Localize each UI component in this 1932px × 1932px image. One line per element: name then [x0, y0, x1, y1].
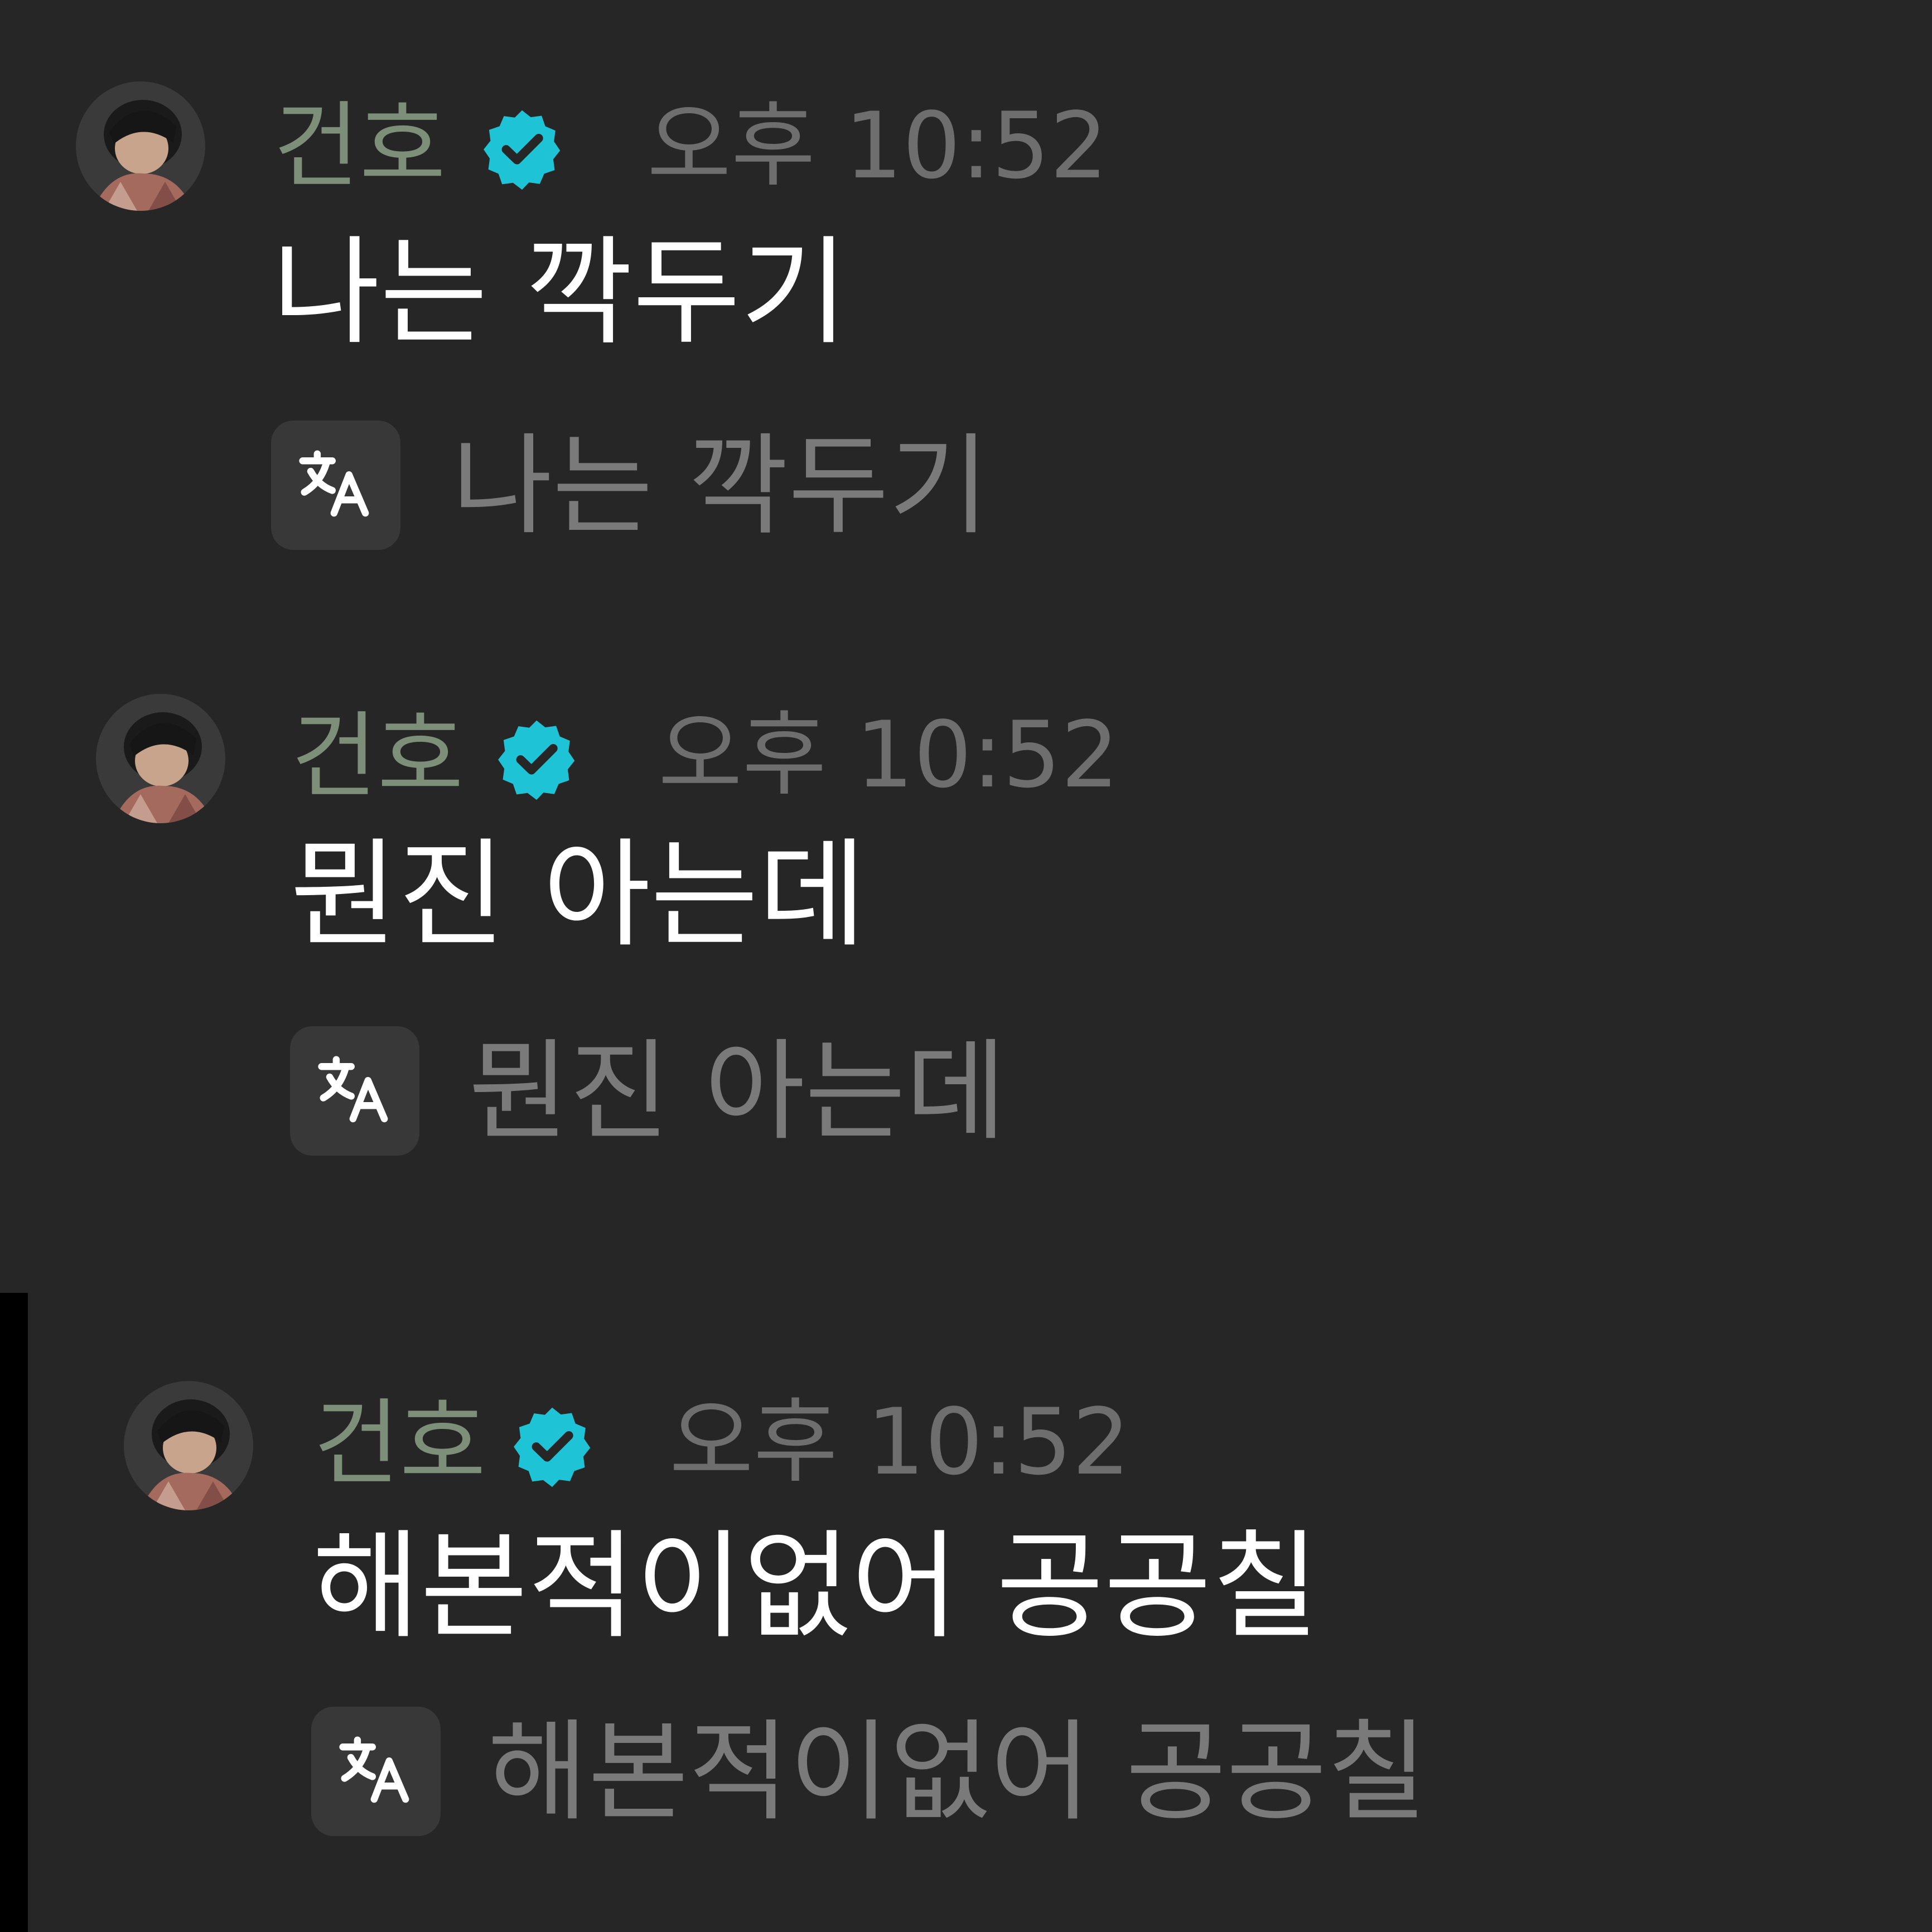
message-text: 뭔진 아는데: [290, 827, 866, 963]
verified-badge-icon: [484, 110, 561, 190]
translate-button[interactable]: [271, 421, 400, 550]
message-text: 해본적이없어 공공칠: [312, 1518, 1320, 1655]
translate-icon: [299, 450, 369, 517]
translate-button[interactable]: [290, 1026, 419, 1156]
translated-text: 뭔진 아는데: [468, 1028, 1006, 1156]
timestamp: 오후 10:52: [669, 1389, 1131, 1495]
author-name[interactable]: 건호: [313, 1397, 486, 1490]
timestamp: 오후 10:52: [658, 702, 1119, 808]
translate-icon: [318, 1056, 388, 1123]
author-name[interactable]: 건호: [273, 99, 446, 193]
translate-button[interactable]: [311, 1707, 441, 1836]
avatar[interactable]: [76, 81, 205, 211]
translated-text: 나는 깍두기: [452, 423, 989, 550]
chat-screen: 건호 오후 10:52 나는 깍두기 나는 깍두기 건호 오후 10:52 뭔진…: [0, 0, 1932, 1932]
avatar[interactable]: [124, 1381, 253, 1510]
author-name[interactable]: 건호: [291, 709, 463, 803]
translate-icon: [339, 1736, 409, 1803]
left-edge-strip: [0, 1293, 28, 1932]
message-text: 나는 깍두기: [272, 224, 848, 361]
timestamp: 오후 10:52: [647, 93, 1108, 199]
verified-badge-icon: [498, 720, 575, 800]
translated-text: 해본적이없어 공공칠: [487, 1709, 1428, 1836]
verified-badge-icon: [514, 1407, 591, 1487]
avatar[interactable]: [96, 694, 225, 823]
